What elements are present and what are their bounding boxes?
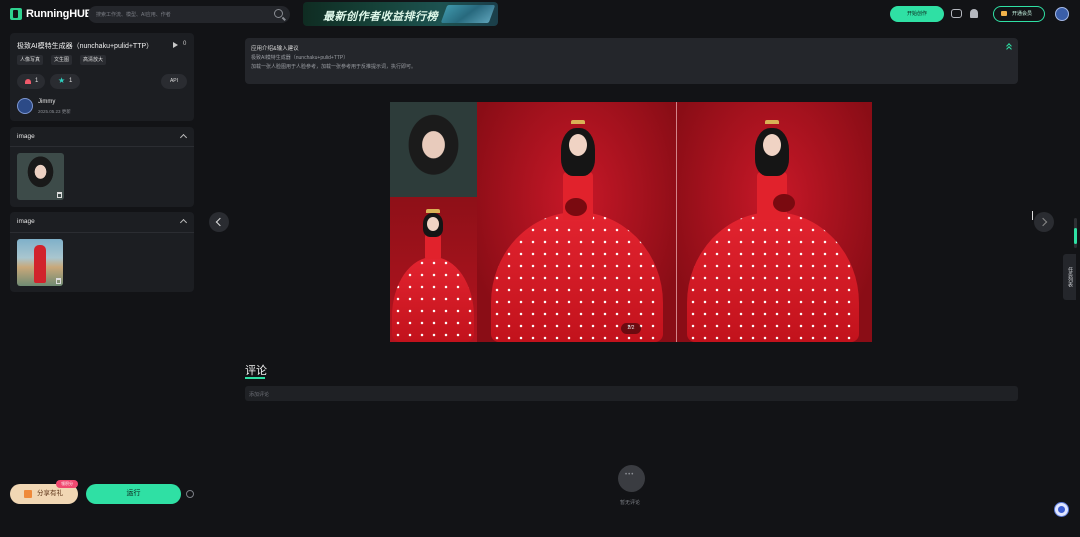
logo[interactable]: RunningHUB	[10, 8, 93, 20]
uploaded-face-image[interactable]	[17, 153, 64, 200]
comments-underline	[245, 377, 265, 379]
diamond-icon	[1001, 11, 1007, 16]
star-icon: ★	[58, 76, 66, 85]
empty-comment-text: 暂无评论	[620, 500, 641, 506]
play-count: 0	[183, 41, 187, 47]
crown	[765, 120, 779, 124]
prev-image-button[interactable]	[209, 212, 229, 232]
run-button[interactable]: 运行	[86, 484, 181, 504]
bell-icon[interactable]	[970, 9, 978, 18]
bouquet	[773, 194, 795, 212]
workflow-title: 极致AI模特生成器（nunchaku+pulid+TTP）	[17, 43, 154, 50]
gallery-face-image[interactable]	[390, 102, 477, 197]
face	[427, 217, 439, 231]
tag-text-to-image[interactable]: 文生图	[51, 55, 73, 65]
vip-button-label: 开通会员	[1012, 11, 1033, 17]
app-intro-box: 应用介绍&输入建议 极致AI模特生成器（nunchaku+pulid+TTP） …	[245, 38, 1018, 84]
author-name[interactable]: Jimmy	[38, 99, 55, 105]
scrollbar-thumb[interactable]	[1074, 228, 1077, 244]
intro-line-2: 加载一张人脸图用于人脸参考，加载一张参考用于反推提示词，执行即可。	[251, 64, 417, 70]
comment-placeholder: 添加评论	[249, 392, 270, 398]
author-avatar[interactable]	[17, 98, 33, 114]
promo-banner[interactable]: 最新创作者收益排行榜	[303, 2, 498, 26]
image-counter: 2/2	[621, 323, 641, 334]
search-input[interactable]: 搜索工作流、模型、AI应用、作者	[88, 6, 290, 23]
intro-title: 应用介绍&输入建议	[251, 46, 299, 52]
next-image-button[interactable]	[1034, 212, 1054, 232]
intro-line-1: 极致AI模特生成器（nunchaku+pulid+TTP）	[251, 55, 349, 61]
tag-upscale[interactable]: 高清放大	[80, 55, 107, 65]
star-count: 1	[69, 78, 73, 84]
logo-text: RunningHUB	[26, 8, 93, 20]
crown	[571, 120, 585, 124]
gallery-result-image-2[interactable]	[677, 102, 872, 342]
red-dress-figure	[34, 245, 46, 283]
api-button[interactable]: API	[161, 74, 187, 89]
gallery-reference-image[interactable]	[390, 197, 477, 342]
image-section-title-2: image	[17, 218, 35, 225]
divider	[10, 232, 194, 233]
face	[763, 134, 781, 156]
logo-icon	[10, 8, 22, 20]
robot-icon[interactable]	[951, 9, 962, 18]
comment-input[interactable]: 添加评论	[245, 386, 1018, 401]
heart-icon	[25, 79, 31, 84]
face	[569, 134, 587, 156]
divider	[10, 146, 194, 147]
like-count: 1	[35, 78, 39, 84]
share-badge: 领积分	[56, 480, 78, 488]
image-section-title-1: image	[17, 133, 35, 140]
share-label: 分享有礼	[37, 490, 63, 497]
tag-portrait[interactable]: 人像写真	[17, 55, 44, 65]
gallery-result-image-1[interactable]	[477, 102, 676, 342]
banner-graphic	[440, 5, 496, 23]
star-button[interactable]: ★ 1	[50, 74, 80, 89]
comments-title: 评论	[245, 365, 267, 377]
uploaded-reference-image[interactable]	[17, 239, 63, 286]
dress	[687, 212, 859, 342]
banner-text: 最新创作者收益排行榜	[323, 11, 438, 23]
like-button[interactable]: 1	[17, 74, 45, 89]
updated-date: 2025.05.23 更新	[38, 109, 71, 114]
user-avatar[interactable]	[1055, 7, 1069, 21]
trash-icon[interactable]	[57, 192, 62, 198]
task-list-tab[interactable]: 任务列表	[1063, 254, 1076, 300]
help-icon[interactable]	[186, 490, 194, 498]
crown	[426, 209, 440, 213]
dress	[392, 257, 474, 342]
start-create-button[interactable]: 开始创作	[890, 6, 944, 22]
collapse-icon-lower	[1006, 46, 1012, 52]
search-icon[interactable]	[274, 9, 283, 18]
result-gallery[interactable]: 2/2	[390, 102, 872, 342]
assistant-icon[interactable]	[1054, 502, 1069, 517]
empty-comment-icon	[618, 465, 645, 492]
play-icon	[173, 42, 178, 48]
trash-icon[interactable]	[56, 278, 61, 284]
bouquet	[565, 198, 587, 216]
search-placeholder: 搜索工作流、模型、AI应用、作者	[96, 12, 171, 18]
vip-button[interactable]: 开通会员	[993, 6, 1045, 22]
text-cursor	[1032, 211, 1033, 220]
gift-icon	[24, 490, 32, 498]
